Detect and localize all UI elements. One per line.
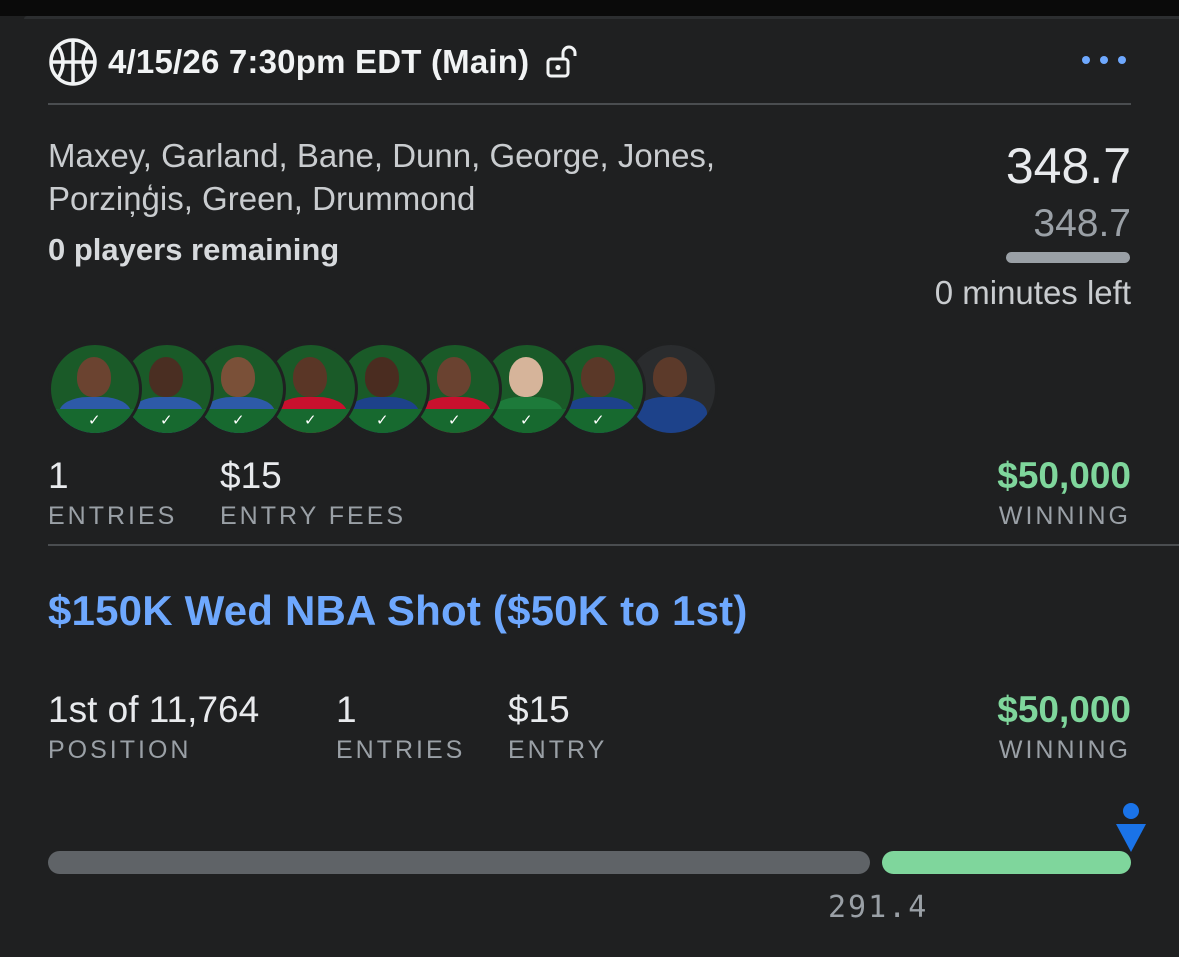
checkmark-icon: ✓ (232, 412, 245, 429)
user-position-marker-icon (1116, 803, 1146, 852)
standings-track (48, 851, 870, 874)
player-photo (509, 357, 543, 397)
checkmark-icon: ✓ (160, 412, 173, 429)
contest-entry: $15 ENTRY (508, 689, 608, 765)
cutoff-score: 291.4 (828, 890, 929, 925)
player-avatar[interactable]: ✓ (48, 342, 142, 436)
status-bar (0, 0, 1179, 16)
player-photo (293, 357, 327, 397)
contest-winning: $50,000 WINNING (997, 689, 1131, 765)
contest-title-link[interactable]: $150K Wed NBA Shot ($50K to 1st) (48, 587, 748, 635)
lineup-entry-fees: $15 ENTRY FEES (220, 455, 407, 531)
contest-position: 1st of 11,764 POSITION (48, 689, 260, 765)
payout-zone-track (882, 851, 1131, 874)
checkmark-icon: ✓ (88, 412, 101, 429)
player-photo (77, 357, 111, 397)
player-photo (437, 357, 471, 397)
more-options-button[interactable] (1082, 56, 1126, 64)
lineup-entries: 1 ENTRIES (48, 455, 178, 531)
player-photo (365, 357, 399, 397)
player-avatars[interactable]: ✓ ✓ ✓ ✓ ✓ ✓ ✓ ✓ (48, 342, 728, 436)
card-top-edge (24, 16, 1179, 19)
contest-entries: 1 ENTRIES (336, 689, 466, 765)
players-remaining: 0 players remaining (48, 232, 340, 267)
player-jersey (635, 397, 707, 433)
player-photo (653, 357, 687, 397)
lineup-score: 348.7 (1005, 138, 1131, 194)
section-divider (48, 544, 1179, 546)
projected-score: 348.7 (1033, 202, 1131, 245)
checkmark-icon: ✓ (304, 412, 317, 429)
more-horizontal-icon (1082, 56, 1090, 64)
minutes-left: 0 minutes left (934, 274, 1131, 311)
checkmark-icon: ✓ (376, 412, 389, 429)
player-photo (581, 357, 615, 397)
slate-header: 4/15/26 7:30pm EDT (Main) (48, 36, 1132, 88)
lineup-card[interactable]: 4/15/26 7:30pm EDT (Main) Maxey, Garland… (0, 0, 1179, 957)
player-photo (149, 357, 183, 397)
header-divider (48, 103, 1131, 105)
slate-title: 4/15/26 7:30pm EDT (Main) (108, 43, 530, 80)
lineup-winning: $50,000 WINNING (997, 455, 1131, 531)
checkmark-icon: ✓ (592, 412, 605, 429)
unlock-icon (546, 45, 577, 78)
player-photo (221, 357, 255, 397)
checkmark-icon: ✓ (520, 412, 533, 429)
basketball-icon (49, 38, 97, 86)
score-progress-bar (1006, 252, 1130, 263)
lineup-player-names: Maxey, Garland, Bane, Dunn, George, Jone… (48, 137, 716, 217)
checkmark-icon: ✓ (448, 412, 461, 429)
